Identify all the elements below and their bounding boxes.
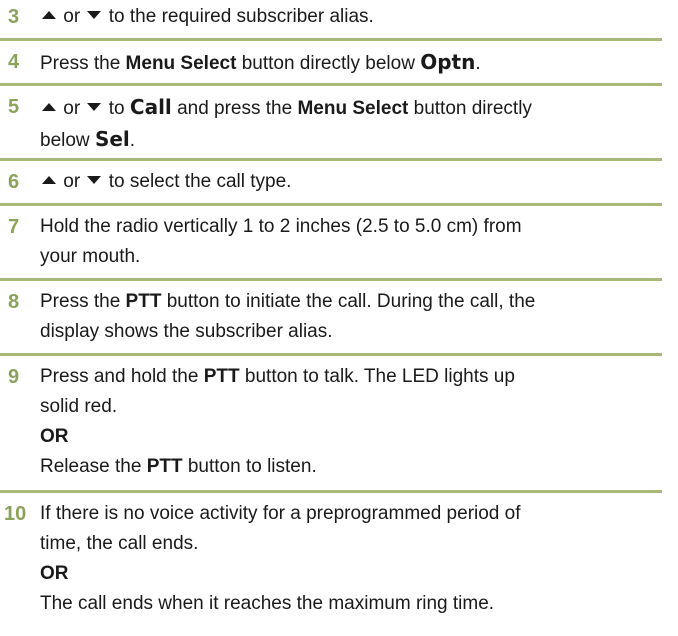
to-word: to: [108, 98, 125, 119]
step-number: 8: [8, 291, 20, 313]
display-option-label: Optn: [420, 50, 476, 74]
display-option-label: Call: [129, 95, 172, 119]
step-number: 4: [8, 51, 20, 73]
step-number: 7: [8, 216, 20, 238]
punctuation: .: [129, 130, 136, 151]
step-instruction: button to initiate the call. During the …: [166, 291, 536, 312]
step-6: 6 or to select the call type.: [0, 161, 662, 206]
or-word: or: [63, 6, 81, 27]
step-number: 5: [8, 96, 20, 118]
step-3: 3 or to the required subscriber alias.: [0, 0, 662, 41]
step-instruction: display shows the subscriber alias.: [40, 321, 333, 342]
step-instruction: The call ends when it reaches the maximu…: [40, 593, 495, 614]
down-arrow-icon: [87, 11, 102, 19]
or-word: or: [63, 171, 81, 192]
step-number: 10: [4, 503, 27, 525]
step-instruction: If there is no voice activity for a prep…: [40, 503, 521, 524]
step-text: If there is no voice activity for a prep…: [40, 499, 656, 619]
step-instruction: your mouth.: [40, 246, 141, 267]
ptt-key-label: PTT: [146, 456, 183, 477]
step-instruction: button directly below: [241, 53, 415, 74]
display-option-label: Sel: [94, 127, 130, 151]
step-text: Press the Menu Select button directly be…: [40, 47, 656, 79]
step-text: Press the PTT button to initiate the cal…: [40, 287, 656, 347]
down-arrow-icon: [87, 103, 102, 111]
step-instruction: solid red.: [40, 396, 118, 417]
step-instruction: button to talk. The LED lights up: [244, 366, 515, 387]
step-4: 4 Press the Menu Select button directly …: [0, 41, 662, 86]
step-7: 7 Hold the radio vertically 1 to 2 inche…: [0, 206, 662, 281]
procedure-steps: 3 or to the required subscriber alias. 4…: [0, 0, 678, 636]
step-text: or to Call and press the Menu Select but…: [40, 92, 656, 156]
step-number: 6: [8, 171, 20, 193]
or-word: or: [63, 98, 81, 119]
step-number: 9: [8, 366, 20, 388]
down-arrow-icon: [87, 176, 102, 184]
step-instruction: time, the call ends.: [40, 533, 199, 554]
or-separator: OR: [40, 426, 69, 447]
menu-select-key-label: Menu Select: [297, 98, 409, 119]
step-8: 8 Press the PTT button to initiate the c…: [0, 281, 662, 356]
step-instruction: button directly: [413, 98, 532, 119]
step-9: 9 Press and hold the PTT button to talk.…: [0, 356, 662, 493]
step-instruction: and press the: [177, 98, 293, 119]
step-10: 10 If there is no voice activity for a p…: [0, 493, 662, 633]
up-arrow-icon: [42, 176, 56, 184]
menu-select-key-label: Menu Select: [125, 53, 237, 74]
up-arrow-icon: [42, 11, 56, 19]
step-instruction: button to listen.: [187, 456, 317, 477]
step-instruction: Press the: [40, 53, 121, 74]
step-instruction: to the required subscriber alias.: [108, 6, 374, 27]
step-5: 5 or to Call and press the Menu Select b…: [0, 86, 662, 161]
ptt-key-label: PTT: [125, 291, 162, 312]
step-instruction: Press the: [40, 291, 121, 312]
step-instruction: to select the call type.: [108, 171, 292, 192]
or-separator: OR: [40, 563, 69, 584]
step-text: Press and hold the PTT button to talk. T…: [40, 362, 656, 482]
step-text: Hold the radio vertically 1 to 2 inches …: [40, 212, 656, 272]
step-instruction: Press and hold the: [40, 366, 199, 387]
up-arrow-icon: [42, 103, 56, 111]
step-instruction: below: [40, 130, 90, 151]
step-text: or to select the call type.: [40, 167, 656, 197]
step-instruction: Hold the radio vertically 1 to 2 inches …: [40, 216, 522, 237]
punctuation: .: [475, 53, 481, 74]
step-instruction: Release the: [40, 456, 142, 477]
step-text: or to the required subscriber alias.: [40, 2, 656, 32]
step-number: 3: [8, 6, 20, 28]
ptt-key-label: PTT: [203, 366, 240, 387]
